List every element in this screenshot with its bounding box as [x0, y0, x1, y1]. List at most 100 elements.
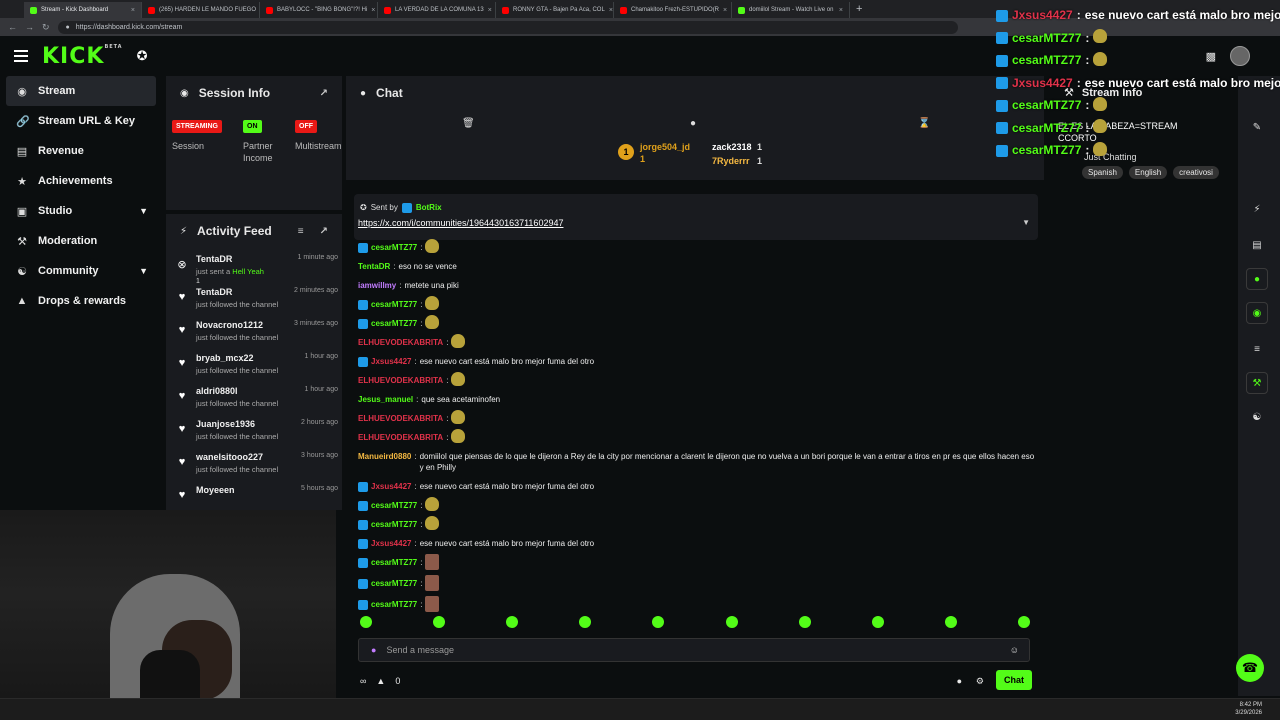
status-badge[interactable]: OFF [295, 120, 317, 133]
emote-icon[interactable] [506, 616, 519, 628]
emote-icon[interactable] [360, 616, 372, 628]
emote-icon[interactable] [425, 575, 440, 591]
sidebar-item-studio[interactable]: ▣ Studio ▼ [6, 196, 156, 226]
chat-username[interactable]: cesarMTZ77 [371, 242, 417, 253]
emote-icon[interactable] [425, 296, 440, 310]
sidebar-item-community[interactable]: ☯ Community ▼ [6, 256, 156, 286]
browser-tab[interactable]: Chamakitoo Frezh-ESTUPIDO(R × [614, 2, 732, 18]
filter-icon[interactable]: ≡ [298, 226, 304, 237]
activity-username[interactable]: Juanjose1936 [196, 419, 255, 429]
status-badge[interactable]: ON [243, 120, 262, 133]
chat-username[interactable]: TentaDR [358, 261, 390, 272]
site-info-icon[interactable]: ● [66, 24, 70, 31]
pinned-link[interactable]: https://x.com/i/communities/196443016371… [358, 218, 563, 228]
send-chat-button[interactable]: Chat [996, 670, 1032, 690]
browser-tab[interactable]: Stream - Kick Dashboard × [24, 2, 142, 18]
edit-icon[interactable]: ✎ [1246, 116, 1268, 138]
chat-username[interactable]: ELHUEVODEKABRITA [358, 413, 443, 424]
chat-username[interactable]: Jesus_manuel [358, 394, 413, 405]
list-icon[interactable]: ≡ [1246, 338, 1268, 360]
emote-icon[interactable] [871, 616, 884, 628]
activity-username[interactable]: aldri0880l [196, 386, 238, 396]
new-tab-icon[interactable]: + [856, 3, 862, 15]
browser-tab[interactable]: BABYLOCC - "BING BONG"!?! Hi × [260, 2, 378, 18]
document-icon[interactable]: ▤ [1246, 234, 1268, 256]
sidebar-item-stream-url-key[interactable]: 🔗 Stream URL & Key [6, 106, 156, 136]
chat-input[interactable]: ● Send a message ☺ [358, 638, 1030, 662]
broadcast-icon[interactable]: ◉ [1246, 302, 1268, 324]
gear-icon[interactable]: ⚙ [976, 676, 984, 687]
emote-icon[interactable] [1017, 616, 1030, 628]
trash-icon[interactable]: 🗑 [462, 118, 475, 129]
activity-username[interactable]: Novacrono1212 [196, 320, 263, 330]
emote-icon[interactable] [433, 616, 446, 628]
emote-icon[interactable] [425, 239, 440, 253]
browser-tab[interactable]: LA VERDAD DE LA COMUNA 13 × [378, 2, 496, 18]
close-icon[interactable]: × [723, 7, 727, 14]
chevron-down-icon[interactable]: ▼ [1022, 218, 1030, 227]
activity-username[interactable]: wanelsitooo227 [196, 452, 263, 462]
close-icon[interactable]: × [371, 7, 375, 14]
sidebar-item-moderation[interactable]: ⚒ Moderation [6, 226, 156, 256]
emote-icon[interactable] [451, 429, 466, 443]
popout-icon[interactable]: ↗ [320, 88, 328, 99]
emote-icon[interactable] [425, 596, 440, 612]
emote-icon[interactable] [425, 315, 440, 329]
chat-username[interactable]: cesarMTZ77 [371, 519, 417, 530]
bolt-icon[interactable]: ⚡ [1246, 198, 1268, 220]
activity-username[interactable]: TentaDR [196, 287, 232, 297]
activity-username[interactable]: Moyeeen [196, 485, 235, 495]
chat-username[interactable]: cesarMTZ77 [371, 557, 417, 568]
chat-username[interactable]: cesarMTZ77 [371, 500, 417, 511]
emote-icon[interactable] [425, 497, 440, 511]
back-icon[interactable]: ← [8, 22, 17, 32]
emote-icon[interactable] [425, 554, 440, 570]
emote-icon[interactable] [451, 372, 466, 386]
browser-tab[interactable]: RONNY GTA - Bajen Pa Aca, COL × [496, 2, 614, 18]
emote-icon[interactable] [652, 616, 665, 628]
menu-icon[interactable] [14, 50, 28, 62]
chat-username[interactable]: Manueird0880 [358, 451, 411, 462]
chat-username[interactable]: cesarMTZ77 [371, 299, 417, 310]
close-icon[interactable]: × [131, 7, 135, 14]
community-icon[interactable]: ☯ [1246, 406, 1268, 428]
chat-username[interactable]: cesarMTZ77 [371, 578, 417, 589]
chat-icon[interactable]: ▩ [1206, 50, 1216, 63]
activity-username[interactable]: TentaDR [196, 254, 232, 264]
close-icon[interactable]: × [839, 7, 843, 14]
activity-username[interactable]: bryab_mcx22 [196, 353, 254, 363]
chat-username[interactable]: Jxsus4427 [371, 481, 411, 492]
chat-bubble-icon[interactable]: ● [957, 676, 962, 686]
chat-username[interactable]: Jxsus4427 [371, 538, 411, 549]
close-icon[interactable]: × [488, 7, 492, 14]
mic-icon[interactable]: ● [371, 645, 376, 655]
chat-username[interactable]: Jxsus4427 [371, 356, 411, 367]
forward-icon[interactable]: → [25, 22, 34, 32]
sidebar-item-stream[interactable]: ◉ Stream [6, 76, 156, 106]
avatar[interactable] [1230, 46, 1250, 66]
emote-icon[interactable] [451, 410, 466, 424]
sidebar-item-achievements[interactable]: ★ Achievements [6, 166, 156, 196]
pinned-sender[interactable]: BotRix [416, 203, 442, 212]
wrench-icon[interactable]: ⚒ [1246, 372, 1268, 394]
chat-bubble-icon[interactable]: ● [690, 118, 696, 129]
emote-icon[interactable] [579, 616, 592, 628]
chat-username[interactable]: cesarMTZ77 [371, 599, 417, 610]
kick-logo[interactable]: KICKBETA [42, 44, 123, 69]
system-clock[interactable]: 8:42 PM 3/29/2026 [1235, 701, 1262, 717]
chat-username[interactable]: ELHUEVODEKABRITA [358, 432, 443, 443]
sidebar-item-drops-rewards[interactable]: ▲ Drops & rewards [6, 286, 156, 316]
support-button[interactable]: ☎ [1236, 654, 1264, 682]
gift-icon[interactable]: ▲ [376, 676, 385, 686]
emote-icon[interactable] [798, 616, 811, 628]
browser-tab[interactable]: (265) HARDEN LE MANDO FUEGO× [142, 2, 260, 18]
close-icon[interactable]: × [609, 7, 613, 14]
emote-icon[interactable] [944, 616, 957, 628]
chat-username[interactable]: iamwillmy [358, 280, 396, 291]
chat-username[interactable]: cesarMTZ77 [371, 318, 417, 329]
emote-icon[interactable] [451, 334, 466, 348]
reload-icon[interactable]: ↻ [42, 22, 50, 33]
pin-icon[interactable]: ✪ [137, 48, 148, 64]
emoji-icon[interactable]: ☺ [1010, 645, 1019, 655]
sidebar-item-revenue[interactable]: ▤ Revenue [6, 136, 156, 166]
